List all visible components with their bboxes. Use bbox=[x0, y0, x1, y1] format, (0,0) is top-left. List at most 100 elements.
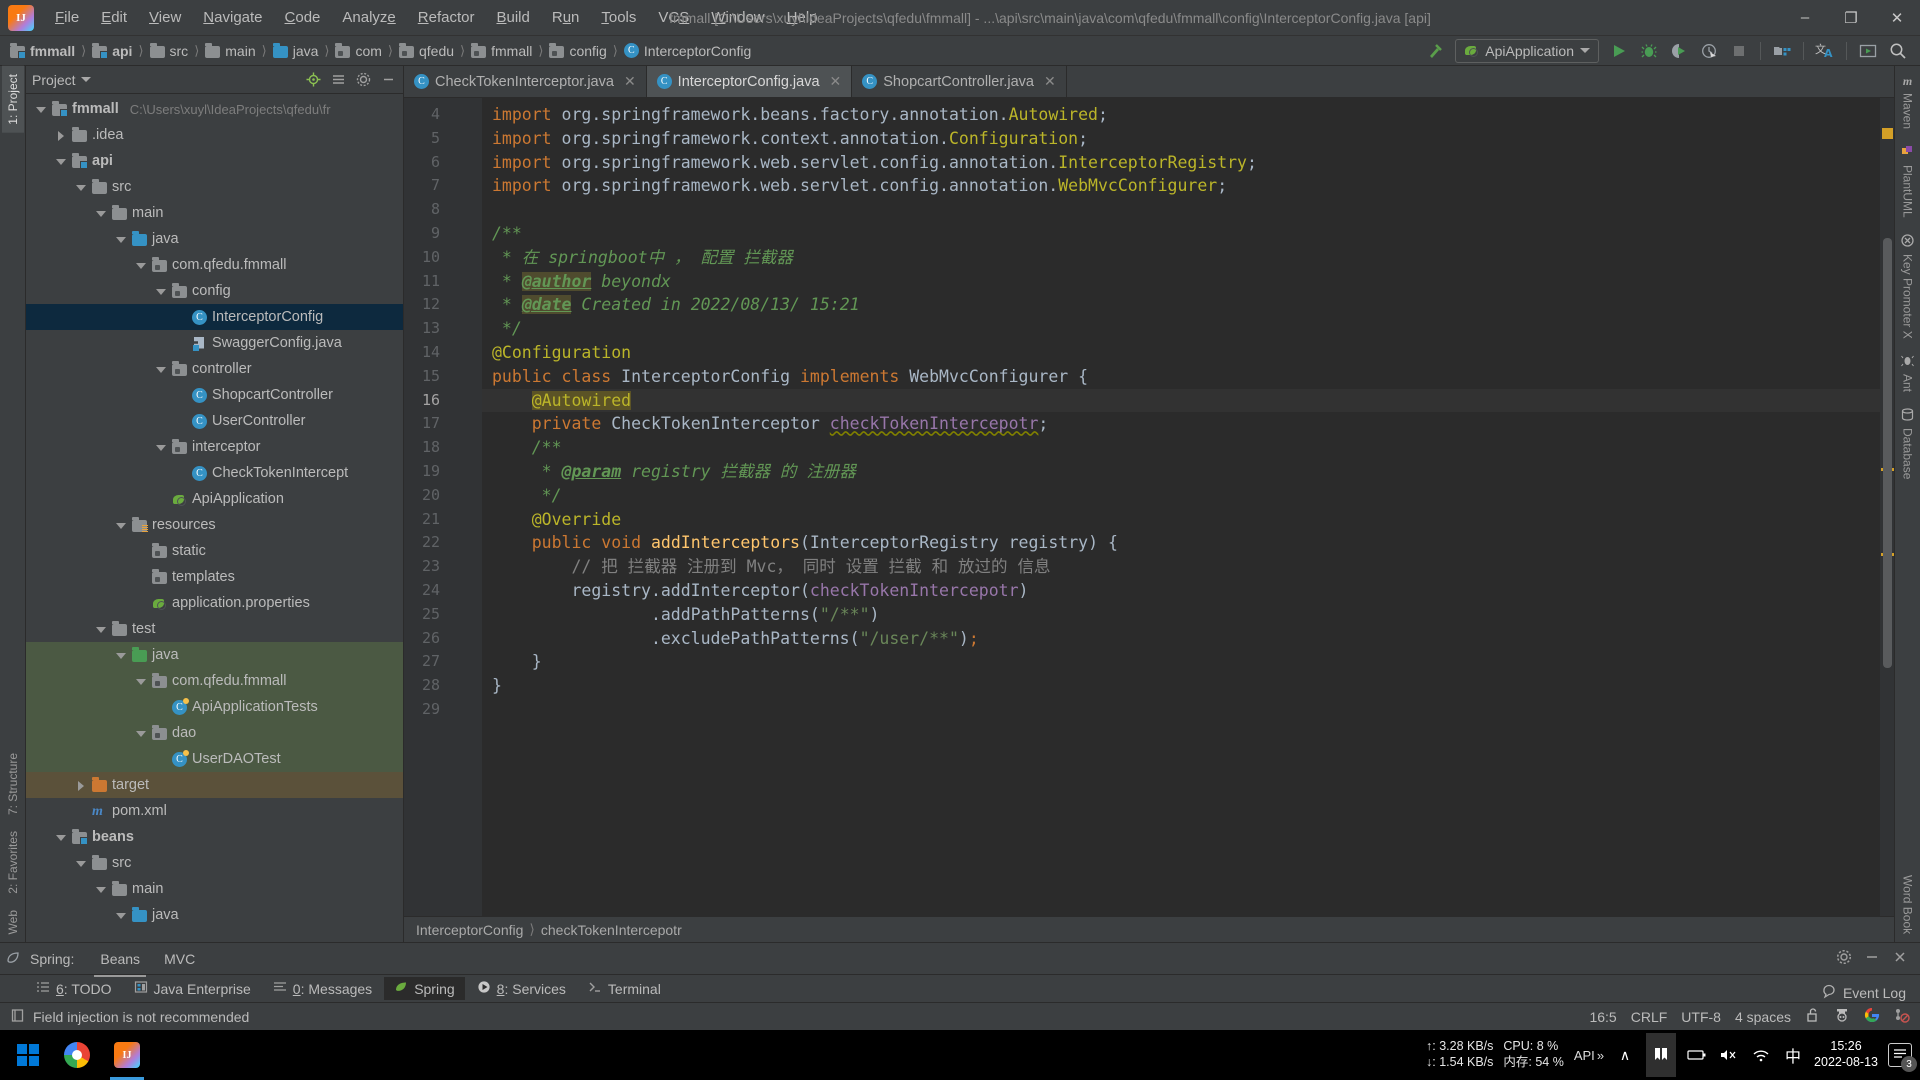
menu-tools[interactable]: Tools bbox=[590, 5, 647, 30]
line-number[interactable]: 5 bbox=[404, 127, 482, 151]
editor-tab-checktokeninterceptor[interactable]: CheckTokenInterceptor.java ✕ bbox=[404, 66, 647, 97]
chrome-taskbar-icon[interactable] bbox=[52, 1030, 102, 1080]
crumb-fmmall-pkg[interactable]: fmmall bbox=[467, 41, 536, 61]
tree-node-java[interactable]: java bbox=[26, 642, 403, 668]
code-line[interactable]: @Configuration bbox=[482, 341, 1880, 365]
code-line[interactable]: } bbox=[482, 674, 1880, 698]
close-icon[interactable] bbox=[1892, 949, 1908, 968]
close-icon[interactable]: ✕ bbox=[1044, 73, 1056, 90]
chevron-down-icon[interactable] bbox=[94, 207, 107, 220]
volume-muted-icon[interactable] bbox=[1718, 1044, 1740, 1066]
crumb-com[interactable]: com bbox=[331, 41, 385, 61]
code-line[interactable]: .addPathPatterns("/**") bbox=[482, 603, 1880, 627]
code-line[interactable]: import org.springframework.web.servlet.c… bbox=[482, 151, 1880, 175]
maximize-button[interactable]: ❐ bbox=[1828, 0, 1874, 36]
tool-button-terminal[interactable]: Terminal bbox=[578, 977, 671, 1000]
chevron-down-icon[interactable] bbox=[94, 623, 107, 636]
editor-scrollbar-marks[interactable] bbox=[1880, 98, 1894, 916]
code-line[interactable]: * @param registry 拦截器 的 注册器 bbox=[482, 460, 1880, 484]
chevron-down-icon[interactable] bbox=[114, 649, 127, 662]
code-line[interactable]: */ bbox=[482, 484, 1880, 508]
vcs-blocked-icon[interactable] bbox=[1894, 1007, 1910, 1026]
line-number[interactable]: 19 bbox=[404, 460, 482, 484]
chevron-down-icon[interactable] bbox=[114, 233, 127, 246]
menu-analyze[interactable]: Analyze bbox=[331, 5, 406, 30]
line-number[interactable]: 24 bbox=[404, 579, 482, 603]
chevron-down-icon[interactable] bbox=[94, 883, 107, 896]
file-encoding[interactable]: UTF-8 bbox=[1681, 1009, 1721, 1025]
code-line[interactable]: .excludePathPatterns("/user/**"); bbox=[482, 627, 1880, 651]
project-panel-title-group[interactable]: Project bbox=[32, 72, 91, 88]
caret-position[interactable]: 16:5 bbox=[1589, 1009, 1616, 1025]
tool-tab-favorites[interactable]: 2: Favorites bbox=[2, 823, 24, 902]
line-number[interactable]: 16 bbox=[404, 389, 482, 413]
code-line[interactable]: } bbox=[482, 650, 1880, 674]
tree-node-main[interactable]: main bbox=[26, 200, 403, 226]
menu-build[interactable]: Build bbox=[485, 5, 540, 30]
translate-icon[interactable]: 文A bbox=[1811, 38, 1839, 64]
line-number[interactable]: 26 bbox=[404, 627, 482, 651]
tool-button-java-enterprise[interactable]: Java Enterprise bbox=[124, 977, 261, 1000]
tool-tab-ant[interactable]: Ant bbox=[1897, 346, 1919, 400]
vertical-scrollbar[interactable] bbox=[1883, 238, 1892, 668]
tool-tab-project[interactable]: 1: Project bbox=[1, 66, 24, 133]
tree-node-controller[interactable]: controller bbox=[26, 356, 403, 382]
crumb-src[interactable]: src bbox=[146, 41, 193, 61]
menu-view[interactable]: View bbox=[138, 5, 192, 30]
chevron-down-icon[interactable] bbox=[134, 675, 147, 688]
run-configuration-selector[interactable]: ApiApplication bbox=[1455, 38, 1599, 63]
tree-node-interceptor[interactable]: interceptor bbox=[26, 434, 403, 460]
gear-icon[interactable] bbox=[354, 71, 372, 89]
tool-tab-key-promoter[interactable]: Key Promoter X bbox=[1897, 226, 1919, 347]
tree-node-resources[interactable]: resources bbox=[26, 512, 403, 538]
tree-node-src[interactable]: src bbox=[26, 850, 403, 876]
crumb-interceptorconfig[interactable]: InterceptorConfig bbox=[620, 41, 755, 61]
line-number[interactable]: 27 bbox=[404, 650, 482, 674]
notification-center-icon[interactable]: 3 bbox=[1888, 1043, 1917, 1072]
tray-chevron-up-icon[interactable]: ∧ bbox=[1614, 1044, 1636, 1066]
wifi-icon[interactable] bbox=[1750, 1044, 1772, 1066]
indent-setting[interactable]: 4 spaces bbox=[1735, 1009, 1791, 1025]
line-separator[interactable]: CRLF bbox=[1631, 1009, 1668, 1025]
chevron-down-icon[interactable] bbox=[134, 259, 147, 272]
start-button[interactable] bbox=[4, 1030, 52, 1080]
chevron-down-icon[interactable] bbox=[74, 857, 87, 870]
battery-icon[interactable] bbox=[1686, 1044, 1708, 1066]
code-line[interactable]: import org.springframework.context.annot… bbox=[482, 127, 1880, 151]
menu-run[interactable]: Run bbox=[541, 5, 591, 30]
code-editor[interactable]: 45678910111213141516171819202122◉↑@23242… bbox=[404, 98, 1894, 916]
tree-node-com-qfedu-fmmall[interactable]: com.qfedu.fmmall bbox=[26, 252, 403, 278]
line-number[interactable]: 4 bbox=[404, 103, 482, 127]
hector-icon[interactable] bbox=[1834, 1007, 1850, 1026]
chevron-down-icon[interactable] bbox=[114, 909, 127, 922]
code-line[interactable]: * @author beyondx bbox=[482, 270, 1880, 294]
editor-tab-interceptorconfig[interactable]: InterceptorConfig.java ✕ bbox=[646, 66, 853, 97]
tray-onedrive-icon[interactable] bbox=[1646, 1033, 1677, 1077]
menu-vcs[interactable]: VCS bbox=[647, 5, 700, 30]
tool-button-spring[interactable]: Spring bbox=[384, 977, 465, 1000]
tool-tab-web[interactable]: Web bbox=[2, 902, 24, 942]
tool-tab-structure[interactable]: 7: Structure bbox=[2, 745, 24, 823]
line-number[interactable]: 12 bbox=[404, 293, 482, 317]
tree-node-com-qfedu-fmmall[interactable]: com.qfedu.fmmall bbox=[26, 668, 403, 694]
code-line[interactable]: import org.springframework.web.servlet.c… bbox=[482, 174, 1880, 198]
menu-window[interactable]: Window bbox=[700, 5, 775, 30]
menu-refactor[interactable]: Refactor bbox=[407, 5, 486, 30]
tree-node-java[interactable]: java bbox=[26, 226, 403, 252]
tree-node-dao[interactable]: dao bbox=[26, 720, 403, 746]
tree-node-swaggerconfig-java[interactable]: SwaggerConfig.java bbox=[26, 330, 403, 356]
tray-api-label[interactable]: API bbox=[1574, 1048, 1595, 1063]
chevron-down-icon[interactable] bbox=[74, 181, 87, 194]
tool-tab-word-book[interactable]: Word Book bbox=[1897, 867, 1919, 942]
tree-node-shopcartcontroller[interactable]: ShopcartController bbox=[26, 382, 403, 408]
menu-edit[interactable]: Edit bbox=[90, 5, 138, 30]
crumb-main[interactable]: main bbox=[201, 41, 259, 61]
hide-panel-icon[interactable] bbox=[379, 71, 397, 89]
line-number[interactable]: 20 bbox=[404, 484, 482, 508]
spring-tab-beans[interactable]: Beans bbox=[88, 947, 152, 977]
gear-icon[interactable] bbox=[1836, 949, 1852, 968]
google-icon[interactable] bbox=[1864, 1007, 1880, 1026]
idea-taskbar-icon[interactable] bbox=[102, 1030, 152, 1080]
chevron-down-icon[interactable] bbox=[34, 103, 47, 116]
code-line[interactable]: * 在 springboot中 ， 配置 拦截器 bbox=[482, 246, 1880, 270]
